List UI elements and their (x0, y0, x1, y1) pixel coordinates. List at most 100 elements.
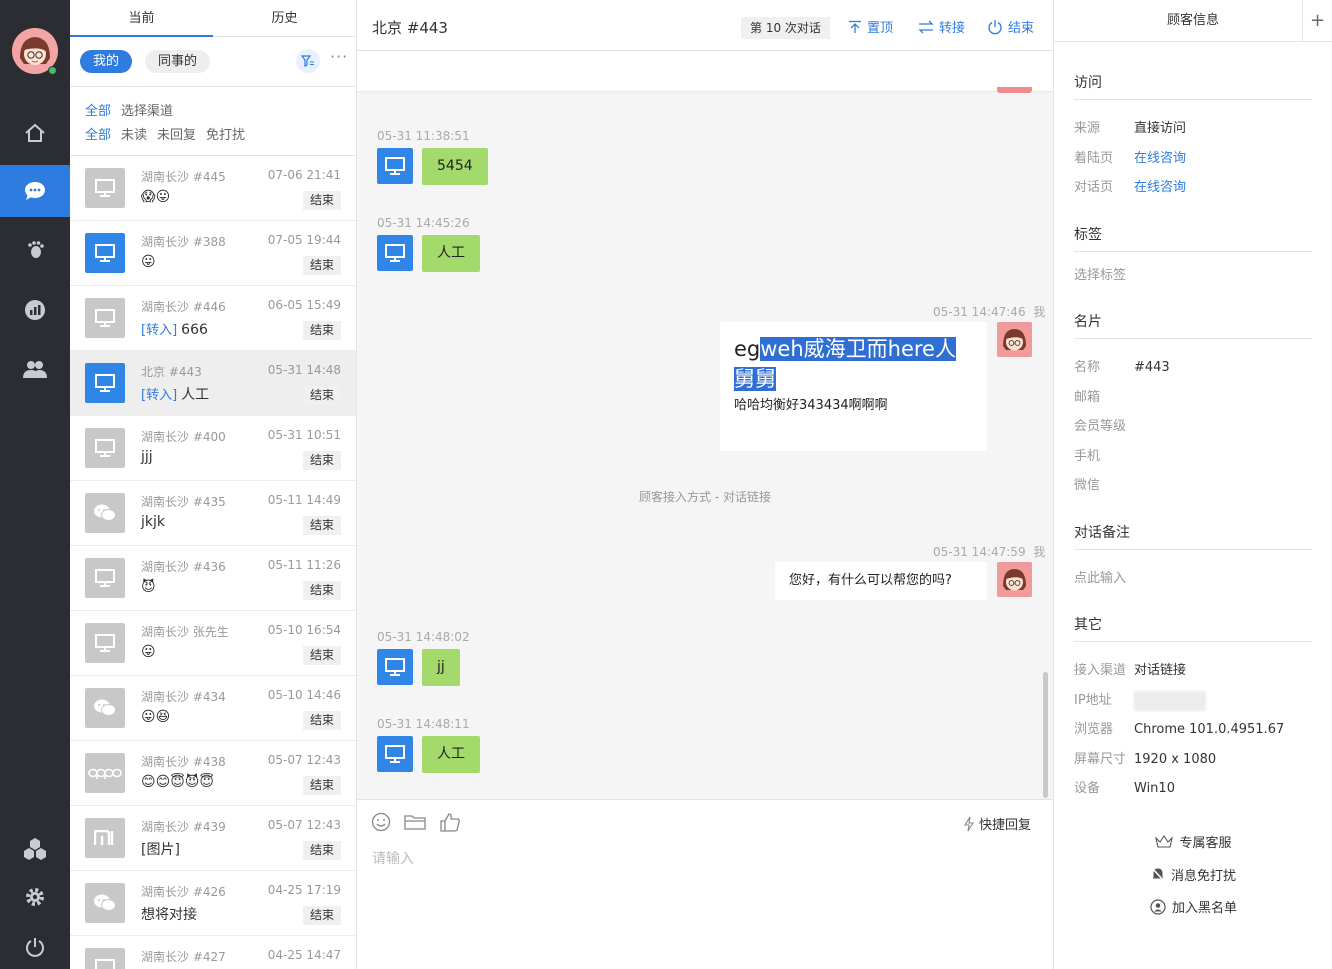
message-timestamp: 05-31 14:47:46 我 (933, 305, 1046, 319)
end-conversation-button[interactable]: 结束 (303, 191, 341, 210)
end-conversation-button[interactable]: 结束 (303, 581, 341, 600)
status-filter-unreplied[interactable]: 未回复 (157, 128, 196, 143)
card-wechat[interactable]: 微信 (1074, 474, 1134, 493)
more-options-button[interactable]: ··· (330, 47, 348, 66)
dialog-page-link[interactable]: 在线咨询 (1134, 180, 1186, 195)
conversation-preview: 😛 (141, 644, 156, 660)
other-section-title: 其它 (1074, 617, 1102, 633)
pin-button[interactable]: 置顶 (848, 17, 893, 36)
quick-reply-button[interactable]: 快捷回复 (963, 814, 1031, 833)
end-conversation-button[interactable]: 结束 (303, 256, 341, 275)
conversation-item[interactable]: 湖南长沙 #438 05-07 12:43 😊😊😇😈😇 结束 (70, 741, 356, 806)
wechat-icon (85, 688, 125, 728)
rich-message-line2: 舅舅 (734, 367, 776, 391)
chat-panel: 北京 #443 第 10 次对话 置顶 转接 结束 05-31 11:38:51… (357, 0, 1053, 969)
tab-current[interactable]: 当前 (70, 0, 213, 37)
nav-chat[interactable] (0, 165, 70, 217)
conversation-name: 湖南长沙 #388 (141, 235, 226, 249)
end-conversation-button[interactable]: 结束 (303, 451, 341, 470)
rich-message-line3: 哈哈均衡好343434啊啊啊 (734, 398, 888, 413)
conversation-time: 05-11 11:26 (267, 558, 341, 572)
emoji-icon[interactable] (371, 812, 391, 832)
channel-filter-select[interactable]: 选择渠道 (121, 104, 173, 119)
conversation-item[interactable]: 湖南长沙 #426 04-25 17:19 想将对接 结束 (70, 871, 356, 936)
thumbs-up-icon[interactable] (439, 812, 461, 832)
conversation-item[interactable]: 湖南长沙 #434 05-10 14:46 😛😆 结束 (70, 676, 356, 741)
transfer-label: 转接 (939, 21, 966, 36)
landing-page-link[interactable]: 在线咨询 (1134, 151, 1186, 166)
system-notice: 顾客接入方式 - 对话链接 (639, 490, 771, 504)
conversation-name: 湖南长沙 #435 (141, 495, 226, 509)
end-conversation-button[interactable]: 结束 (303, 516, 341, 535)
list-tabs: 当前 历史 (70, 0, 356, 37)
status-filter-unread[interactable]: 未读 (121, 128, 147, 143)
end-chat-button[interactable]: 结束 (987, 17, 1034, 36)
other-browser: 浏览器 Chrome 101.0.4951.67 (1074, 722, 1285, 737)
end-conversation-button[interactable]: 结束 (303, 646, 341, 665)
end-chat-label: 结束 (1008, 21, 1035, 36)
conversation-time: 07-05 19:44 (267, 233, 341, 247)
conversation-item[interactable]: 北京 #443 05-31 14:48 [转入] 人工 结束 (70, 351, 356, 416)
filter-icon (301, 55, 314, 67)
mute-notifications-button[interactable]: 消息免打扰 (1054, 865, 1332, 884)
nav-logout[interactable] (0, 921, 70, 969)
scope-mine-button[interactable]: 我的 (80, 50, 133, 73)
scope-colleague-button[interactable]: 同事的 (145, 50, 211, 73)
monitor-icon (385, 745, 405, 763)
end-conversation-button[interactable]: 结束 (303, 776, 341, 795)
wechat-icon (85, 883, 125, 923)
conversation-item[interactable]: 湖南长沙 #445 07-06 21:41 😱😛 结束 (70, 156, 356, 221)
nav-stats[interactable] (0, 284, 70, 336)
end-conversation-button[interactable]: 结束 (303, 321, 341, 340)
note-input[interactable]: 点此输入 (1074, 567, 1126, 586)
conversation-item[interactable]: 湖南长沙 #427 04-25 14:47 (70, 936, 356, 969)
nav-customers[interactable] (0, 343, 70, 395)
conversation-item[interactable]: 湖南长沙 张先生 05-10 16:54 😛 结束 (70, 611, 356, 676)
end-conversation-button[interactable]: 结束 (303, 386, 341, 405)
card-email[interactable]: 邮箱 (1074, 386, 1134, 405)
end-conversation-button[interactable]: 结束 (303, 841, 341, 860)
status-filter-dnd[interactable]: 免打扰 (206, 128, 245, 143)
blacklist-button[interactable]: 加入黑名单 (1054, 897, 1332, 916)
filter-button[interactable] (296, 49, 320, 73)
agent-rich-message: egweh威海卫而here人 舅舅 哈哈均衡好343434啊啊啊 (720, 322, 987, 451)
ip-address-redacted (1134, 690, 1206, 711)
message-input[interactable] (372, 848, 1032, 958)
conversation-name: 湖南长沙 #446 (141, 300, 226, 314)
note-section-title: 对话备注 (1074, 525, 1130, 541)
select-tags-input[interactable]: 选择标签 (1074, 264, 1126, 283)
mute-notifications-label: 消息免打扰 (1170, 869, 1236, 884)
conversation-item[interactable]: 湖南长沙 #435 05-11 14:49 jkjk 结束 (70, 481, 356, 546)
preview-text: 人工 (181, 387, 210, 403)
nav-apps[interactable] (0, 822, 70, 874)
end-conversation-button[interactable]: 结束 (303, 711, 341, 730)
card-name[interactable]: 名称 #443 (1074, 356, 1170, 375)
divider (1074, 251, 1312, 252)
conversation-name: 湖南长沙 #439 (141, 820, 226, 834)
exclusive-agent-button[interactable]: 专属客服 (1054, 832, 1332, 851)
chat-scrollbar[interactable] (1043, 672, 1048, 798)
nav-home[interactable] (0, 107, 70, 159)
nav-settings[interactable] (0, 871, 70, 923)
folder-icon[interactable] (404, 812, 426, 832)
conversation-item[interactable]: 湖南长沙 #446 06-05 15:49 [转入] 666 结束 (70, 286, 356, 351)
conversation-item[interactable]: 湖南长沙 #439 05-07 12:43 [图片] 结束 (70, 806, 356, 871)
customer-avatar (377, 235, 413, 271)
conversation-item[interactable]: 湖南长沙 #436 05-11 11:26 😈 结束 (70, 546, 356, 611)
add-button[interactable]: + (1302, 0, 1332, 42)
status-filter-all[interactable]: 全部 (85, 128, 111, 143)
end-conversation-button[interactable]: 结束 (303, 906, 341, 925)
tab-history[interactable]: 历史 (213, 0, 356, 36)
card-member-level[interactable]: 会员等级 (1074, 415, 1134, 434)
power-icon (26, 938, 44, 957)
conversation-item[interactable]: 湖南长沙 #388 07-05 19:44 😛 结束 (70, 221, 356, 286)
card-phone[interactable]: 手机 (1074, 445, 1134, 464)
conversation-name: 湖南长沙 #426 (141, 885, 226, 899)
transfer-button[interactable]: 转接 (918, 17, 965, 36)
conversation-time: 05-10 16:54 (267, 623, 341, 637)
pin-top-icon (849, 20, 861, 33)
conversation-item[interactable]: 湖南长沙 #400 05-31 10:51 jjj 结束 (70, 416, 356, 481)
visit-section-title: 访问 (1074, 75, 1102, 91)
channel-filter-all[interactable]: 全部 (85, 104, 111, 119)
nav-footprint[interactable] (0, 224, 70, 276)
